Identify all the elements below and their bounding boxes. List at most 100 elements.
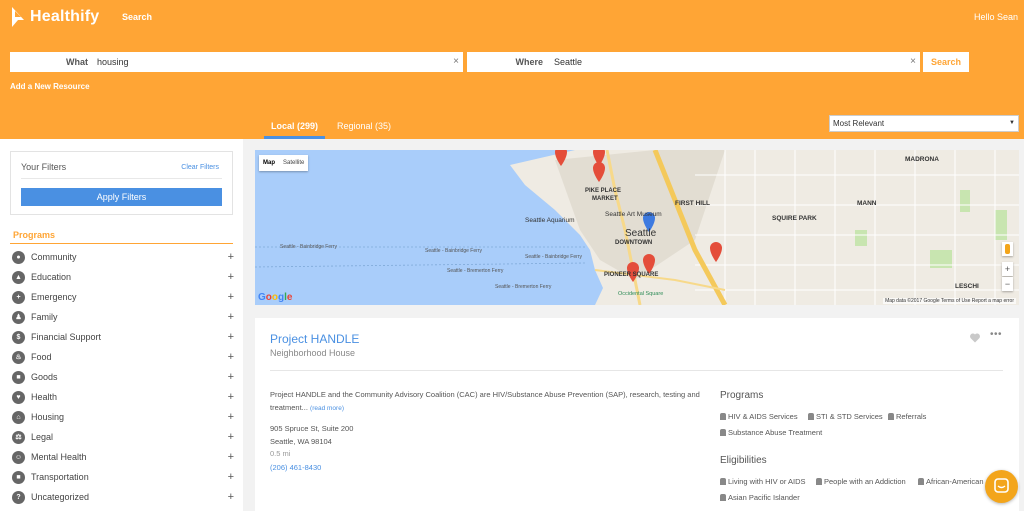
- apply-filters-button[interactable]: Apply Filters: [21, 188, 222, 206]
- map-label-ferry: Seattle - Bainbridge Ferry: [280, 244, 337, 250]
- expand-plus-icon[interactable]: +: [228, 471, 234, 483]
- google-logo: Google: [258, 292, 293, 303]
- category-transportation[interactable]: ■ Transportation +: [10, 467, 235, 487]
- clear-filters-link[interactable]: Clear Filters: [181, 164, 219, 171]
- category-food[interactable]: ♨ Food +: [10, 347, 235, 367]
- tab-regional[interactable]: Regional (35): [337, 121, 391, 131]
- category-label: Financial Support: [31, 332, 102, 342]
- expand-plus-icon[interactable]: +: [228, 371, 234, 383]
- category-family[interactable]: ♟ Family +: [10, 307, 235, 327]
- category-label: Health: [31, 392, 58, 402]
- where-field[interactable]: Where Seattle ×: [467, 52, 920, 72]
- map-attribution[interactable]: Map data ©2017 Google Terms of Use Repor…: [883, 298, 1016, 304]
- category-label: Family: [31, 312, 58, 322]
- category-community[interactable]: ● Community +: [10, 247, 235, 267]
- expand-plus-icon[interactable]: +: [228, 311, 234, 323]
- read-more-link[interactable]: (read more): [310, 405, 344, 412]
- program-tag: STI & STD Services: [808, 412, 883, 421]
- phone-link[interactable]: (206) 461-8430: [270, 463, 321, 472]
- user-icon: [720, 429, 726, 436]
- user-icon: [720, 413, 726, 420]
- category-label: Housing: [31, 412, 65, 422]
- category-label: Goods: [31, 372, 58, 382]
- expand-plus-icon[interactable]: +: [228, 431, 234, 443]
- user-icon: [720, 494, 726, 501]
- logo[interactable]: Healthify: [10, 6, 99, 28]
- category-emergency[interactable]: + Emergency +: [10, 287, 235, 307]
- address-line-1: 905 Spruce St, Suite 200: [270, 424, 354, 433]
- user-greeting[interactable]: Hello Sean: [974, 12, 1018, 22]
- result-organization: Neighborhood House: [270, 348, 356, 358]
- heart-icon[interactable]: [969, 332, 981, 344]
- clear-where-icon[interactable]: ×: [910, 52, 916, 72]
- map-label-ferry: Seattle - Bainbridge Ferry: [425, 248, 482, 254]
- map-label-pike-place: PIKE PLACE: [585, 188, 622, 194]
- map-label-aquarium: Seattle Aquarium: [525, 217, 575, 224]
- nav-search-link[interactable]: Search: [122, 12, 152, 22]
- clear-what-icon[interactable]: ×: [453, 52, 459, 72]
- map-label-occidental: Occidental Square: [618, 291, 664, 297]
- street-view-pegman-icon[interactable]: [1002, 242, 1013, 256]
- expand-plus-icon[interactable]: +: [228, 331, 234, 343]
- category-mental-health[interactable]: ☺ Mental Health +: [10, 447, 235, 467]
- category-label: Emergency: [31, 292, 77, 302]
- map-type-toggle[interactable]: Map Satellite: [259, 155, 309, 171]
- expand-plus-icon[interactable]: +: [228, 351, 234, 363]
- category-label: Mental Health: [31, 452, 87, 462]
- map-tab[interactable]: Map: [259, 155, 279, 171]
- brand-name: Healthify: [30, 8, 100, 25]
- program-tag: Referrals: [888, 412, 926, 421]
- add-resource-link[interactable]: Add a New Resource: [10, 82, 90, 91]
- user-icon: [720, 478, 726, 485]
- category-label: Transportation: [31, 472, 89, 482]
- sort-select[interactable]: Most Relevant ▼: [829, 115, 1019, 132]
- chevron-down-icon: ▼: [1009, 120, 1015, 126]
- expand-plus-icon[interactable]: +: [228, 491, 234, 503]
- zoom-out-button[interactable]: −: [1002, 277, 1013, 291]
- category-financial-support[interactable]: $ Financial Support +: [10, 327, 235, 347]
- programs-heading: Programs: [13, 230, 56, 240]
- chat-button[interactable]: [985, 470, 1018, 503]
- category-education[interactable]: ▲ Education +: [10, 267, 235, 287]
- card-divider: [270, 370, 1003, 371]
- health-icon: ♥: [12, 390, 25, 404]
- sidebar: Your Filters Clear Filters Apply Filters…: [0, 139, 243, 511]
- map-label-mann: MANN: [857, 200, 877, 207]
- expand-plus-icon[interactable]: +: [228, 391, 234, 403]
- expand-plus-icon[interactable]: +: [228, 291, 234, 303]
- map-label-ferry: Seattle - Bremerton Ferry: [495, 284, 552, 290]
- result-card: Project HANDLE Neighborhood House ••• Pr…: [255, 318, 1019, 511]
- user-icon: [808, 413, 814, 420]
- where-input[interactable]: Seattle: [554, 52, 582, 72]
- healthify-logo-icon: [12, 7, 24, 27]
- programs-section-heading: Programs: [720, 390, 764, 401]
- where-label: Where: [515, 57, 543, 67]
- expand-plus-icon[interactable]: +: [228, 271, 234, 283]
- category-legal[interactable]: ⚖ Legal +: [10, 427, 235, 447]
- map-label-madrona: MADRONA: [905, 156, 939, 163]
- tab-local[interactable]: Local (299): [264, 121, 325, 139]
- expand-plus-icon[interactable]: +: [228, 451, 234, 463]
- eligibility-tag: People with an Addiction: [816, 477, 906, 486]
- what-input[interactable]: housing: [97, 52, 129, 72]
- brain-icon: ☺: [12, 450, 25, 464]
- category-uncategorized[interactable]: ? Uncategorized +: [10, 487, 235, 507]
- zoom-in-button[interactable]: +: [1002, 262, 1013, 276]
- programs-divider: [10, 243, 233, 244]
- expand-plus-icon[interactable]: +: [228, 411, 234, 423]
- map-label-ferry: Seattle - Bremerton Ferry: [447, 268, 504, 274]
- category-goods[interactable]: ■ Goods +: [10, 367, 235, 387]
- category-health[interactable]: ♥ Health +: [10, 387, 235, 407]
- program-tag: Substance Abuse Treatment: [720, 428, 822, 437]
- eligibility-tag: Living with HIV or AIDS: [720, 477, 806, 486]
- satellite-tab[interactable]: Satellite: [279, 155, 308, 171]
- what-field[interactable]: What housing ×: [10, 52, 463, 72]
- search-button[interactable]: Search: [923, 52, 969, 72]
- category-housing[interactable]: ⌂ Housing +: [10, 407, 235, 427]
- map-label-market: MARKET: [592, 196, 618, 202]
- result-title[interactable]: Project HANDLE: [270, 332, 359, 346]
- expand-plus-icon[interactable]: +: [228, 251, 234, 263]
- filters-panel: Your Filters Clear Filters Apply Filters: [10, 151, 233, 215]
- results-map[interactable]: Map Satellite PIKE PLACE MARKET Seattle …: [255, 150, 1019, 305]
- more-options-icon[interactable]: •••: [990, 329, 1002, 340]
